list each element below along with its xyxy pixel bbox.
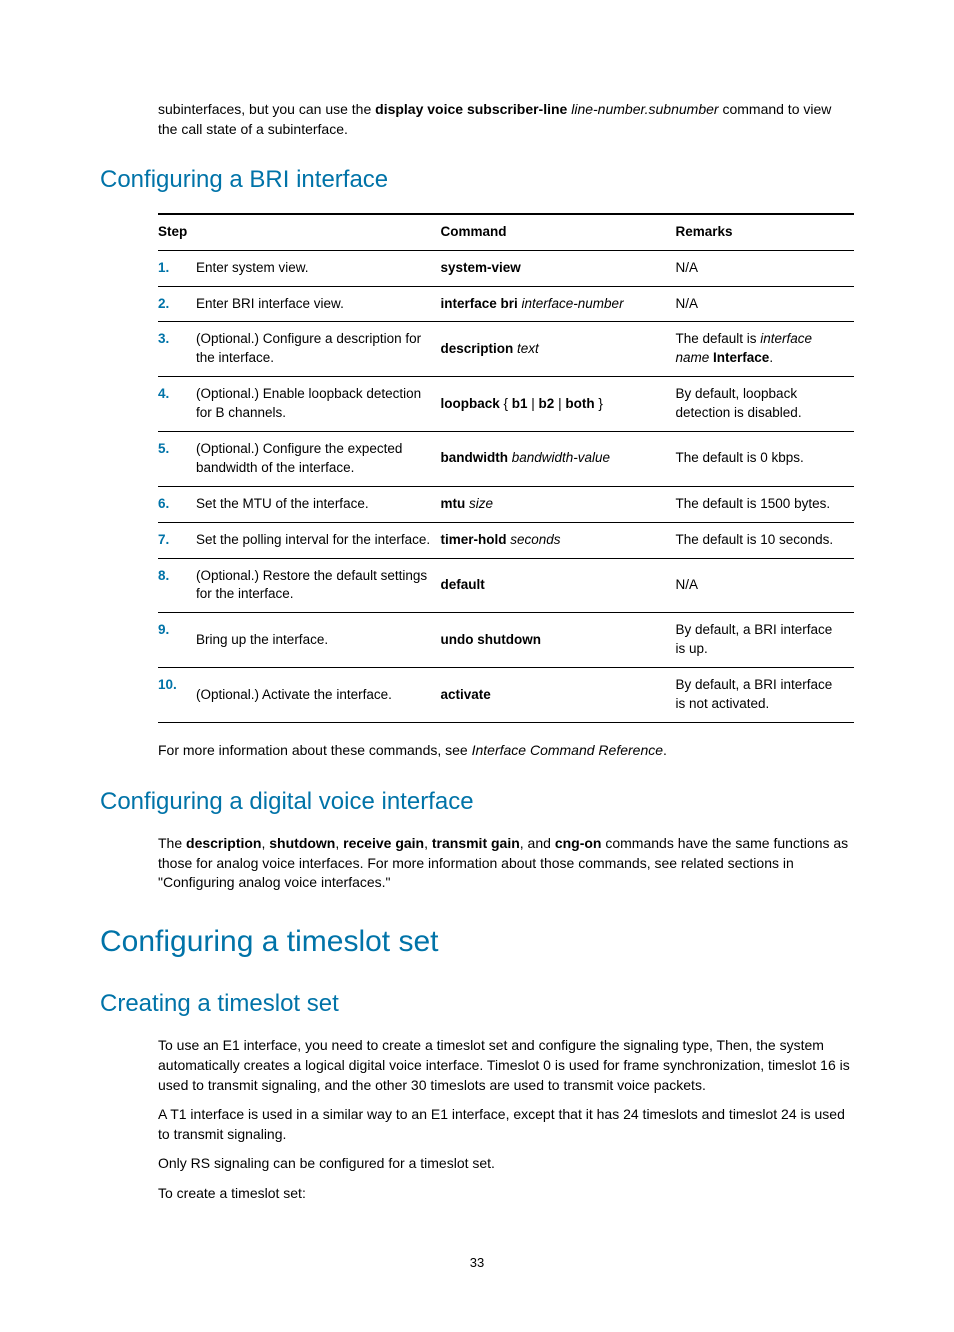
command-cell: description text — [440, 322, 675, 377]
intro-pre: subinterfaces, but you can use the — [158, 101, 375, 117]
heading-creating-timeslot: Creating a timeslot set — [100, 987, 854, 1021]
step-text: (Optional.) Restore the default settings… — [196, 558, 440, 613]
dvi-p0: The — [158, 835, 186, 851]
step-text: Set the polling interval for the interfa… — [196, 522, 440, 558]
command-cell: bandwidth bandwidth-value — [440, 432, 675, 487]
dvi-b2: shutdown — [269, 835, 335, 851]
table-row: 4.(Optional.) Enable loopback detection … — [158, 377, 854, 432]
step-number: 5. — [158, 432, 196, 487]
step-text: (Optional.) Enable loopback detection fo… — [196, 377, 440, 432]
command-cell: interface bri interface-number — [440, 286, 675, 322]
cts-p3: Only RS signaling can be configured for … — [158, 1154, 854, 1174]
intro-paragraph: subinterfaces, but you can use the displ… — [158, 100, 854, 139]
aft-ital: Interface Command Reference — [472, 742, 663, 758]
dvi-b4: transmit gain — [432, 835, 520, 851]
remarks-cell: N/A — [675, 250, 854, 286]
remarks-cell: N/A — [675, 286, 854, 322]
remarks-cell: The default is interface name Interface. — [675, 322, 854, 377]
step-text: Enter BRI interface view. — [196, 286, 440, 322]
step-text: Bring up the interface. — [196, 613, 440, 668]
table-row: 7.Set the polling interval for the inter… — [158, 522, 854, 558]
remarks-cell: The default is 10 seconds. — [675, 522, 854, 558]
command-cell: undo shutdown — [440, 613, 675, 668]
remarks-cell: By default, loopback detection is disabl… — [675, 377, 854, 432]
bri-table: Step Command Remarks 1.Enter system view… — [158, 213, 854, 723]
table-row: 9.Bring up the interface.undo shutdownBy… — [158, 613, 854, 668]
heading-digital-voice: Configuring a digital voice interface — [100, 785, 854, 819]
remarks-cell: The default is 0 kbps. — [675, 432, 854, 487]
step-text: (Optional.) Configure a description for … — [196, 322, 440, 377]
step-number: 3. — [158, 322, 196, 377]
table-row: 10.(Optional.) Activate the interface.ac… — [158, 668, 854, 723]
intro-bold: display voice subscriber-line — [375, 101, 571, 117]
th-command: Command — [440, 214, 675, 250]
dvi-b5: cng-on — [555, 835, 602, 851]
cts-p2: A T1 interface is used in a similar way … — [158, 1105, 854, 1144]
th-step: Step — [158, 214, 440, 250]
step-number: 10. — [158, 668, 196, 723]
cts-p1: To use an E1 interface, you need to crea… — [158, 1036, 854, 1095]
dvi-c3: , — [424, 835, 432, 851]
after-table-note: For more information about these command… — [158, 741, 854, 761]
step-number: 4. — [158, 377, 196, 432]
step-number: 8. — [158, 558, 196, 613]
table-row: 5.(Optional.) Configure the expected ban… — [158, 432, 854, 487]
table-row: 1.Enter system view.system-viewN/A — [158, 250, 854, 286]
command-cell: system-view — [440, 250, 675, 286]
step-text: Set the MTU of the interface. — [196, 486, 440, 522]
command-cell: mtu size — [440, 486, 675, 522]
step-number: 2. — [158, 286, 196, 322]
dvi-c2: , — [335, 835, 343, 851]
dvi-b3: receive gain — [343, 835, 424, 851]
step-text: (Optional.) Configure the expected bandw… — [196, 432, 440, 487]
step-text: (Optional.) Activate the interface. — [196, 668, 440, 723]
step-number: 1. — [158, 250, 196, 286]
remarks-cell: By default, a BRI interface is not activ… — [675, 668, 854, 723]
command-cell: loopback { b1 | b2 | both } — [440, 377, 675, 432]
table-row: 8.(Optional.) Restore the default settin… — [158, 558, 854, 613]
remarks-cell: The default is 1500 bytes. — [675, 486, 854, 522]
heading-bri: Configuring a BRI interface — [100, 163, 854, 197]
aft-post: . — [663, 742, 667, 758]
table-row: 2.Enter BRI interface view.interface bri… — [158, 286, 854, 322]
page-number: 33 — [100, 1254, 854, 1272]
dvi-b1: description — [186, 835, 261, 851]
step-number: 9. — [158, 613, 196, 668]
remarks-cell: N/A — [675, 558, 854, 613]
heading-timeslot-set: Configuring a timeslot set — [100, 921, 854, 963]
command-cell: activate — [440, 668, 675, 723]
remarks-cell: By default, a BRI interface is up. — [675, 613, 854, 668]
command-cell: default — [440, 558, 675, 613]
step-number: 6. — [158, 486, 196, 522]
aft-pre: For more information about these command… — [158, 742, 472, 758]
dvi-c4: , and — [520, 835, 555, 851]
command-cell: timer-hold seconds — [440, 522, 675, 558]
table-row: 3.(Optional.) Configure a description fo… — [158, 322, 854, 377]
intro-ital: line-number.subnumber — [571, 101, 718, 117]
th-remarks: Remarks — [675, 214, 854, 250]
cts-p4: To create a timeslot set: — [158, 1184, 854, 1204]
table-row: 6.Set the MTU of the interface.mtu sizeT… — [158, 486, 854, 522]
dvi-paragraph: The description, shutdown, receive gain,… — [158, 834, 854, 893]
step-number: 7. — [158, 522, 196, 558]
step-text: Enter system view. — [196, 250, 440, 286]
